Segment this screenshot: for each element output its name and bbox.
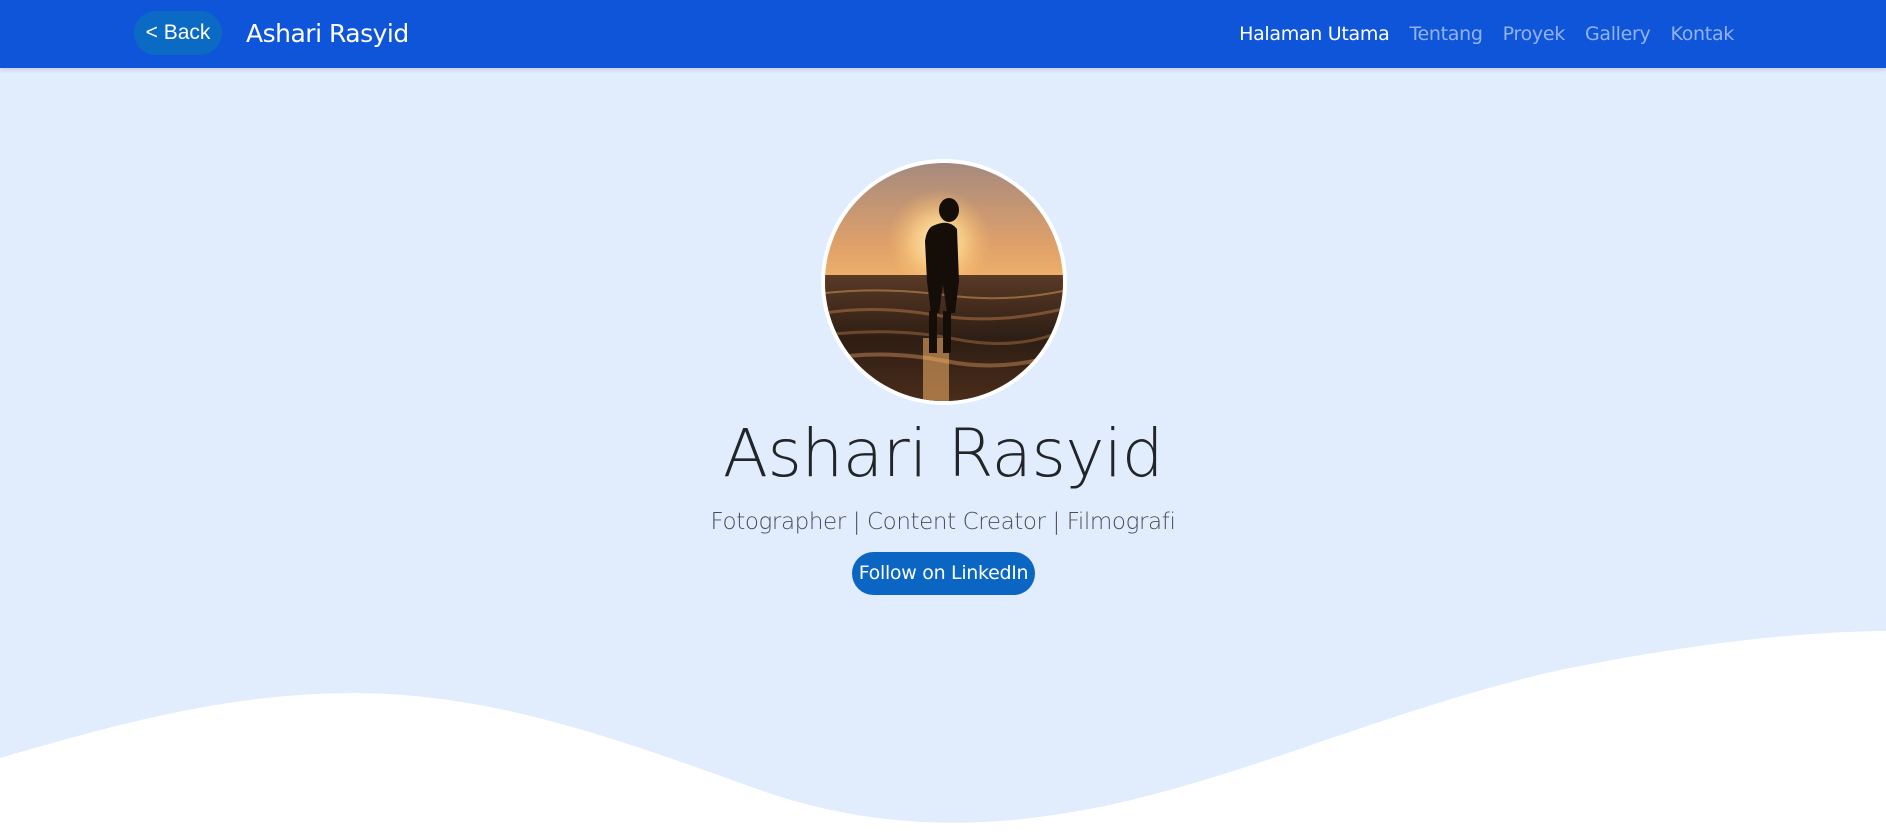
nav-link-gallery[interactable]: Gallery (1575, 20, 1661, 48)
nav-link-halaman-utama[interactable]: Halaman Utama (1229, 20, 1399, 48)
nav-link-tentang[interactable]: Tentang (1399, 20, 1492, 48)
nav-link-proyek[interactable]: Proyek (1493, 20, 1575, 48)
follow-linkedin-button[interactable]: Follow on LinkedIn (852, 552, 1035, 595)
wave-divider (0, 631, 1886, 840)
profile-photo (821, 159, 1067, 405)
nav-link-kontak[interactable]: Kontak (1661, 20, 1744, 48)
back-button[interactable]: < Back (134, 11, 222, 55)
brand-name[interactable]: Ashari Rasyid (246, 16, 409, 52)
profile-tagline: Fotographer | Content Creator | Filmogra… (710, 509, 1176, 535)
nav-links: Halaman Utama Tentang Proyek Gallery Kon… (1229, 20, 1744, 48)
profile-name: Ashari Rasyid (722, 415, 1164, 492)
navbar: < Back Ashari Rasyid Halaman Utama Tenta… (0, 0, 1886, 68)
